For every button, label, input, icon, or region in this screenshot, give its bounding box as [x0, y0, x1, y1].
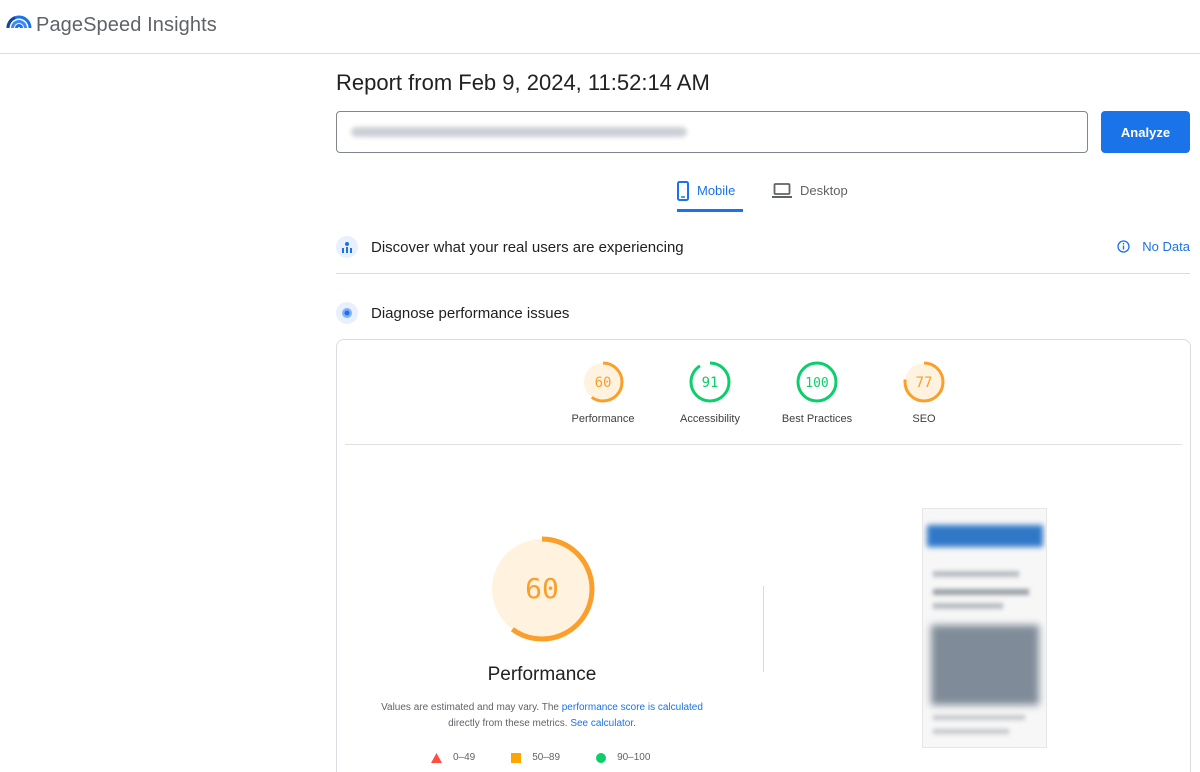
tab-mobile-label: Mobile	[697, 183, 736, 198]
circle-icon	[596, 752, 607, 763]
performance-description: Values are estimated and may vary. The p…	[381, 702, 703, 729]
score-gauge-accessibility[interactable]: 91 Accessibility	[660, 360, 760, 425]
gauge-label: SEO	[912, 413, 936, 425]
legend-pass: 90–100	[596, 752, 650, 763]
analyze-button[interactable]: Analyze	[1101, 111, 1190, 153]
field-data-row[interactable]: Discover what your real users are experi…	[336, 232, 1190, 262]
gauge-label: Performance	[571, 413, 635, 425]
pagespeed-logo-icon[interactable]	[6, 12, 32, 36]
url-input[interactable]	[336, 111, 1088, 153]
lab-data-heading: Diagnose performance issues	[371, 304, 570, 322]
lab-data-row: Diagnose performance issues	[336, 298, 1190, 328]
gauge-ring: 60	[582, 361, 624, 403]
legend-average: 50–89	[511, 752, 560, 763]
gauge-value: 100	[805, 376, 828, 391]
score-calculated-link[interactable]: performance score is calculated	[562, 702, 703, 713]
smartphone-icon	[677, 181, 689, 201]
app-title[interactable]: PageSpeed Insights	[36, 14, 217, 37]
gauge-value: 91	[702, 375, 719, 391]
vertical-divider	[763, 586, 764, 672]
gauge-ring: 77	[903, 361, 945, 403]
tab-desktop[interactable]: Desktop	[772, 178, 862, 212]
gauges-divider	[345, 444, 1182, 445]
triangle-icon	[431, 752, 442, 763]
gauge-ring: 91	[689, 361, 731, 403]
score-legend: 0–49 50–89 90–100	[431, 752, 686, 763]
score-gauge-best-practices[interactable]: 100 Best Practices	[767, 360, 867, 425]
see-calculator-link[interactable]: See calculator	[570, 718, 633, 729]
gauge-value: 60	[595, 375, 612, 391]
gauge-value: 77	[916, 375, 933, 391]
no-data-status[interactable]: No Data	[1117, 239, 1190, 254]
score-gauge-performance[interactable]: 60 Performance	[553, 360, 653, 425]
score-gauge-seo[interactable]: 77 SEO	[874, 360, 974, 425]
users-chart-icon	[336, 236, 358, 258]
performance-big-gauge: 60	[487, 534, 597, 649]
lighthouse-icon	[336, 302, 358, 324]
scores-card: 60 Performance 91 Accessibility 100 Best Prac…	[336, 339, 1191, 772]
tab-desktop-label: Desktop	[800, 183, 848, 198]
section-divider	[336, 273, 1190, 274]
legend-fail: 0–49	[431, 752, 475, 763]
report-title: Report from Feb 9, 2024, 11:52:14 AM	[336, 70, 710, 95]
performance-title: Performance	[487, 664, 597, 685]
gauge-label: Best Practices	[781, 413, 853, 425]
page-screenshot-thumbnail[interactable]	[922, 508, 1047, 748]
info-icon	[1117, 240, 1130, 253]
blurred-url-text	[351, 127, 687, 137]
tab-mobile[interactable]: Mobile	[677, 178, 743, 212]
big-score-value: 60	[525, 572, 559, 605]
laptop-icon	[772, 183, 792, 198]
top-bar: PageSpeed Insights	[0, 0, 1200, 54]
gauge-ring: 100	[796, 361, 838, 403]
square-icon	[511, 752, 522, 763]
no-data-label: No Data	[1142, 239, 1190, 254]
field-data-heading: Discover what your real users are experi…	[371, 238, 684, 256]
gauge-label: Accessibility	[680, 413, 740, 425]
